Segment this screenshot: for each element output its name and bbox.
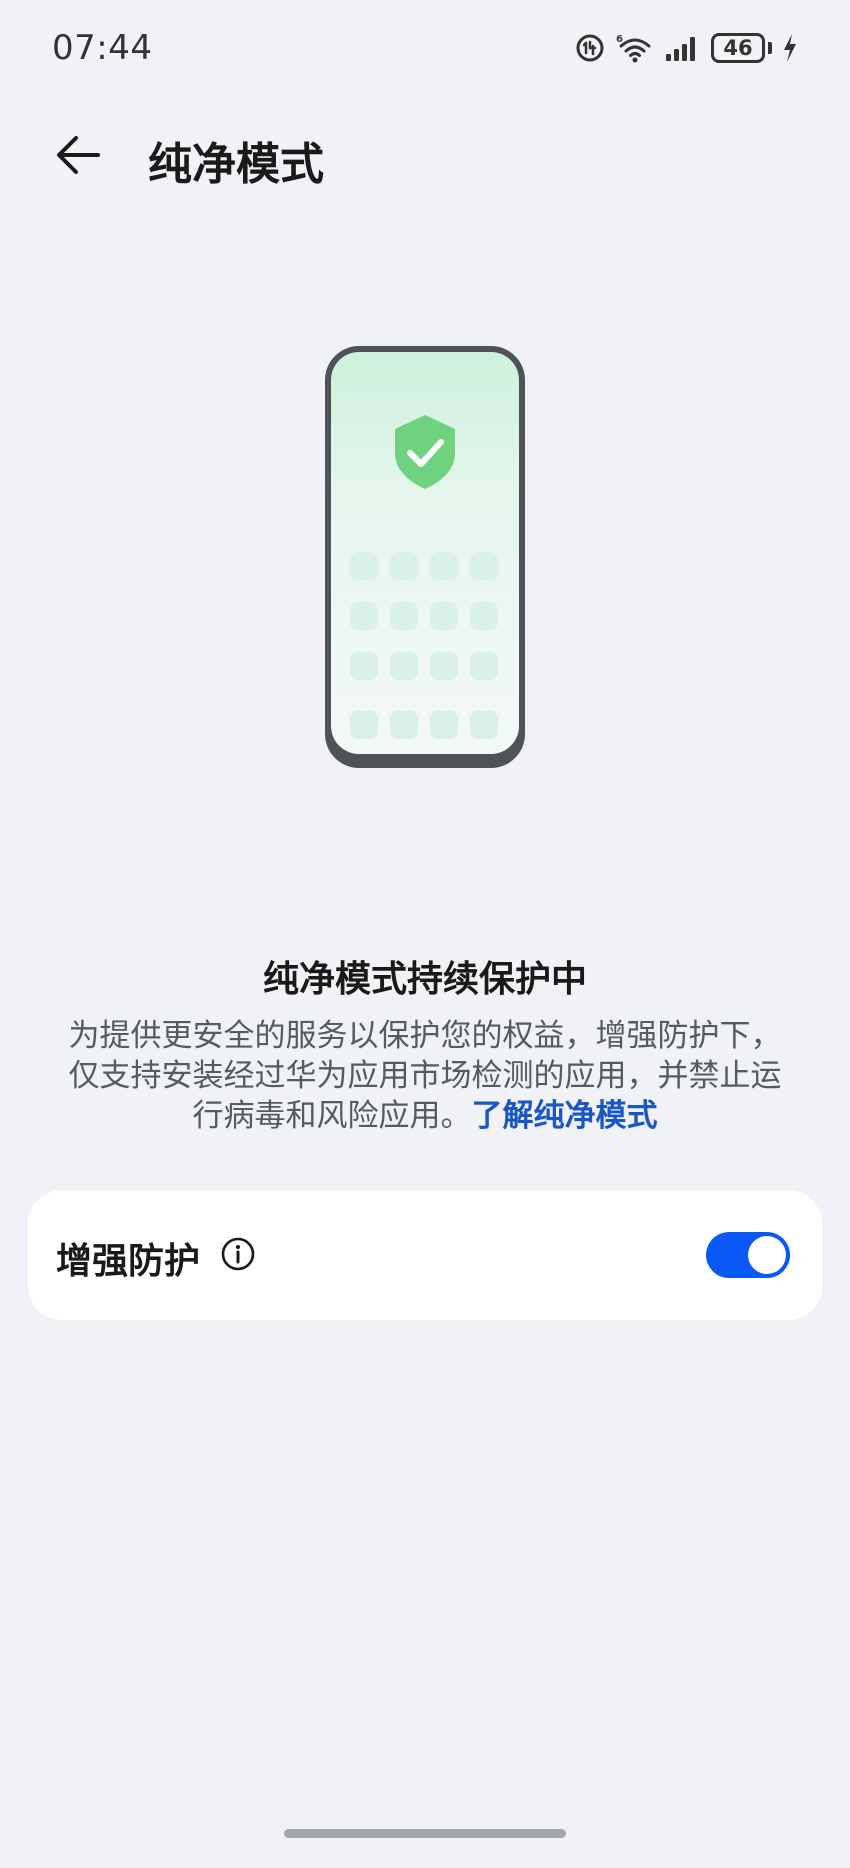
battery-level: 46 [711,33,765,63]
info-icon[interactable] [220,1236,256,1272]
home-indicator[interactable] [284,1829,566,1838]
charging-icon [782,33,798,63]
phone-illustration [322,343,528,771]
description-line: 行病毒和风险应用。 [192,1098,472,1134]
enhanced-protection-label: 增强防护 [56,1241,201,1282]
protection-description: 为提供更安全的服务以保护您的权益，增强防护下， 仅支持安装经过华为应用市场检测的… [50,1016,800,1136]
arrow-left-icon [50,136,110,184]
protection-status-title: 纯净模式持续保护中 [262,959,587,1000]
status-bar: 07:44 6 46 [0,0,850,100]
description-line-last: 行病毒和风险应用。了解纯净模式 [50,1096,800,1136]
enhanced-protection-toggle[interactable] [706,1232,790,1278]
app-header: 纯净模式 [0,110,850,200]
wifi-6-icon: 6 [615,32,655,64]
toggle-knob [748,1236,786,1274]
status-icons: 6 46 [575,28,798,68]
learn-more-link[interactable]: 了解纯净模式 [472,1098,658,1134]
description-line: 为提供更安全的服务以保护您的权益，增强防护下， [68,1018,782,1054]
page-title: 纯净模式 [148,139,324,190]
status-time: 07:44 [52,28,153,68]
signal-icon [665,34,701,62]
description-line: 仅支持安装经过华为应用市场检测的应用，并禁止运 [68,1058,782,1094]
enhanced-protection-card: 增强防护 [28,1190,822,1320]
battery-icon: 46 [711,33,772,63]
hd-call-icon [575,33,605,63]
back-button[interactable] [50,130,110,180]
